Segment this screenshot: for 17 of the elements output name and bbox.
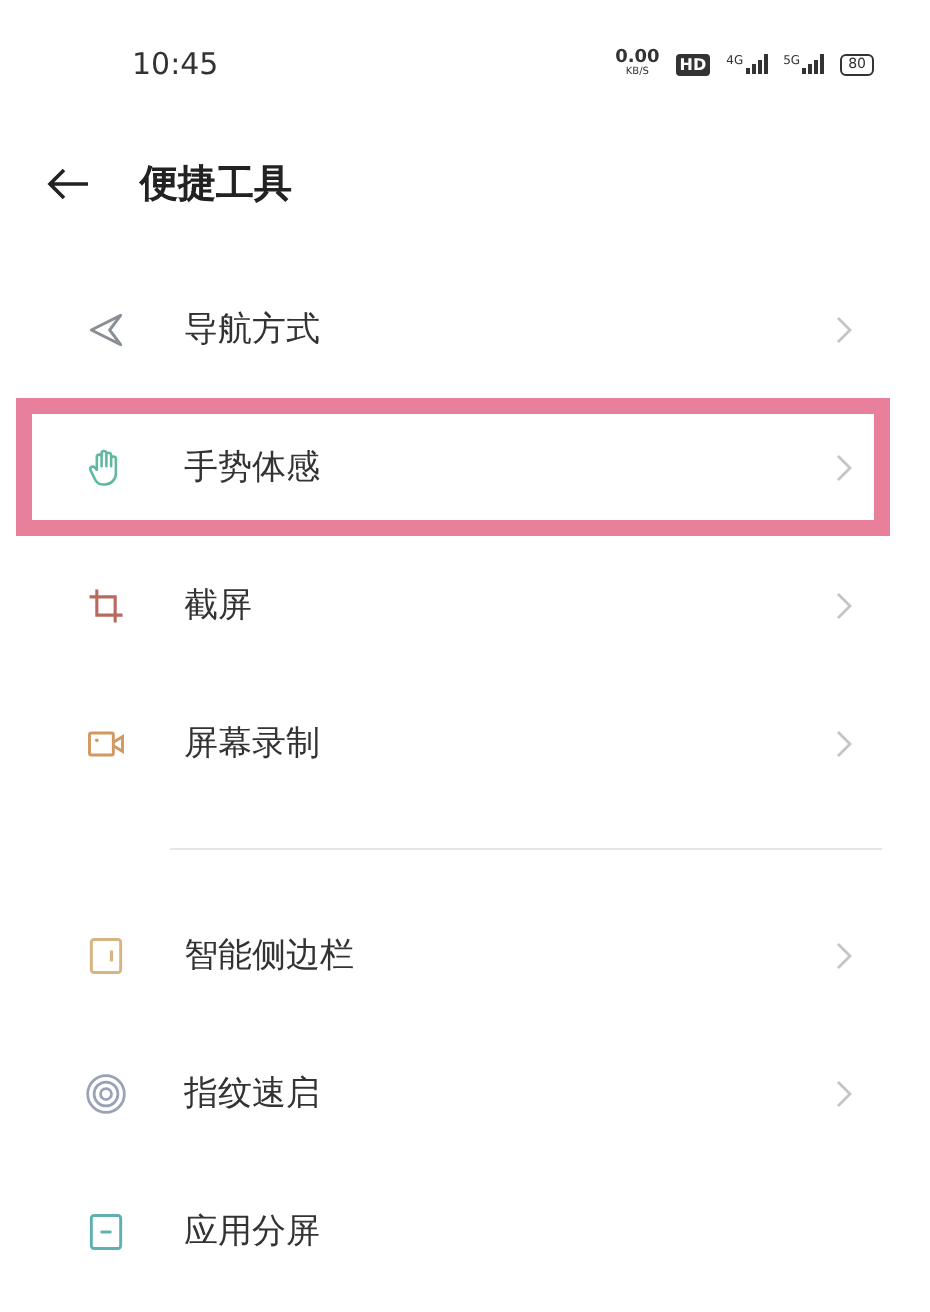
signal-icon xyxy=(802,54,825,74)
menu-item[interactable]: 应用分屏 xyxy=(16,1162,890,1300)
hd-badge: HD xyxy=(675,53,711,75)
menu-item[interactable]: 导航方式 xyxy=(16,260,890,398)
split-screen-icon xyxy=(84,1209,128,1253)
concentric-circles-icon xyxy=(84,1071,128,1115)
signal-icon xyxy=(745,54,768,74)
menu-item[interactable]: 截屏 xyxy=(16,536,890,674)
menu-item[interactable]: 指纹速启 xyxy=(16,1024,890,1162)
page-title: 便捷工具 xyxy=(140,160,292,210)
menu-item[interactable]: 屏幕录制 xyxy=(16,674,890,812)
highlighted-menu-item[interactable]: 手势体感 xyxy=(16,398,890,536)
clock: 10:45 xyxy=(132,46,219,82)
network-speed: 0.00 xyxy=(615,50,660,68)
sidebar-icon xyxy=(84,933,128,977)
back-arrow-icon[interactable] xyxy=(44,164,92,204)
menu-item[interactable]: 智能侧边栏 xyxy=(16,886,890,1024)
